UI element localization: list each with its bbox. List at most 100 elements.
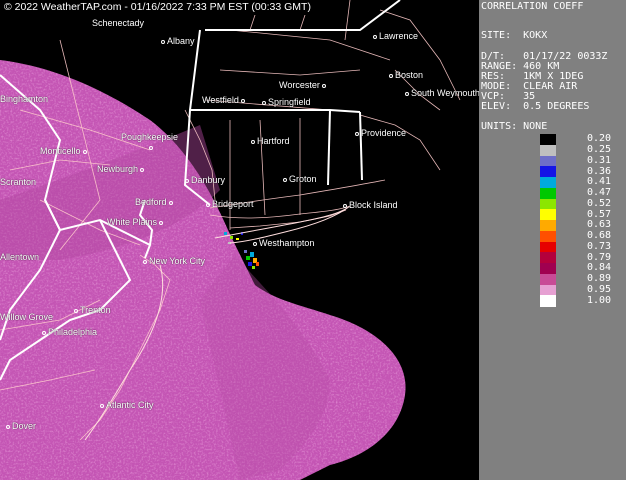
city-dover: Dover [6,421,36,431]
info-panel: CORRELATION COEFF SITE: KOKX D/T: 01/17/… [479,0,626,480]
city-dot-icon [405,91,409,96]
city-dover-name: Dover [12,421,37,431]
city-dot-icon [389,73,393,78]
city-dot-icon [168,200,173,205]
city-dot-icon [343,203,347,208]
scale-tick-label: 1.00 [587,294,612,306]
city-dot-icon [253,241,257,246]
color-scale [540,134,556,307]
city-newburgh-name: Newburgh [97,164,139,174]
city-groton-name: Groton [289,174,317,184]
city-providence: Providence [355,128,406,138]
scale-tick-label: 0.25 [587,144,612,156]
city-dot-icon [143,259,147,264]
units-line: UNITS: NONE [481,121,548,132]
city-binghamton-name: Binghamton [0,94,49,104]
city-dot-icon [373,34,377,39]
city-poughkeepsie-name: Poughkeepsie [121,132,179,142]
city-springfield-name: Springfield [268,97,311,107]
city-schenectady-name: Schenectady [92,18,145,28]
scale-swatch [540,241,556,253]
city-atlantic-city-name: Atlantic City [106,400,154,410]
city-dot-icon [185,178,189,183]
scale-tick-label: 0.31 [587,154,612,166]
city-albany: Albany [161,36,195,46]
city-philadelphia-name: Philadelphia [48,327,98,337]
scale-tick-label: 0.68 [587,230,612,242]
city-westfield: Westfield [202,95,247,105]
product-title: CORRELATION COEFF [481,1,584,12]
scale-swatch [540,230,556,242]
city-dot-icon [283,177,287,182]
city-boston: Boston [389,70,423,80]
city-willow-grove-name: Willow Grove [0,312,54,322]
city-willow-grove: Willow Grove [0,312,53,322]
scale-tick-label: 0.84 [587,262,612,274]
city-block-island-name: Block Island [349,200,398,210]
city-dot-icon [161,39,165,44]
site-line: SITE: KOKX [481,30,548,41]
scale-tick-label: 0.41 [587,176,612,188]
city-bedford: Bedford [135,197,175,207]
elevation-line: ELEV: 0.5 DEGREES [481,101,590,112]
scale-swatch [540,155,556,167]
city-trenton-name: Trenton [80,305,111,315]
city-dot-icon [355,131,359,136]
city-danbury: Danbury [185,175,225,185]
city-dot-icon [100,403,104,408]
city-dot-icon [321,83,326,88]
city-monticello-name: Monticello [40,146,81,156]
scale-swatch [540,273,556,285]
scale-tick-label: 0.52 [587,197,612,209]
scale-tick-label: 0.36 [587,165,612,177]
city-dot-icon [251,139,255,144]
city-dot-icon [159,220,164,225]
scale-swatch [540,166,556,178]
copyright-banner: © 2022 WeatherTAP.com - 01/16/2022 7:33 … [0,0,315,15]
scale-tick-label: 0.47 [587,187,612,199]
city-schenectady: Schenectady [92,18,144,28]
city-worcester: Worcester [279,80,328,90]
scale-swatch [540,177,556,189]
city-dot-icon [6,424,10,429]
scale-tick-label: 0.95 [587,283,612,295]
scale-swatch [540,134,556,146]
city-hartford-name: Hartford [257,136,290,146]
city-monticello: Monticello [40,146,89,156]
city-dot-icon [206,202,210,207]
city-south-weymouth: South Weymouth [405,88,479,98]
city-springfield: Springfield [262,97,311,107]
city-boston-name: Boston [395,70,424,80]
city-bedford-name: Bedford [135,197,167,207]
city-dot-icon [140,167,145,172]
city-groton: Groton [283,174,317,184]
city-dot-icon [149,145,153,150]
scale-tick-label: 0.63 [587,219,612,231]
city-dot-icon [74,308,78,313]
radar-map[interactable]: Schenectady Albany Lawrence Boston Worce… [0,0,479,480]
city-danbury-name: Danbury [191,175,226,185]
city-albany-name: Albany [167,36,195,46]
echo-area [0,60,406,480]
city-westfield-name: Westfield [202,95,239,105]
city-worcester-name: Worcester [279,80,320,90]
city-dot-icon [42,330,46,335]
city-south-weymouth-name: South Weymouth [411,88,479,98]
city-scranton: Scranton [0,177,36,187]
city-lawrence-name: Lawrence [379,31,419,41]
radar-viewer: Schenectady Albany Lawrence Boston Worce… [0,0,626,480]
city-allentown-name: Allentown [0,252,40,262]
city-philadelphia: Philadelphia [42,327,97,337]
city-trenton: Trenton [74,305,111,315]
scale-swatch [540,209,556,221]
city-binghamton: Binghamton [0,94,48,104]
city-dot-icon [240,98,245,103]
scale-swatch [540,295,556,307]
scale-tick-label: 0.73 [587,240,612,252]
scale-swatch [540,252,556,264]
city-westhampton-name: Westhampton [259,238,315,248]
city-westhampton: Westhampton [253,238,314,248]
city-newburgh: Newburgh [97,164,146,174]
scale-tick-label: 0.79 [587,251,612,263]
city-hartford: Hartford [251,136,290,146]
